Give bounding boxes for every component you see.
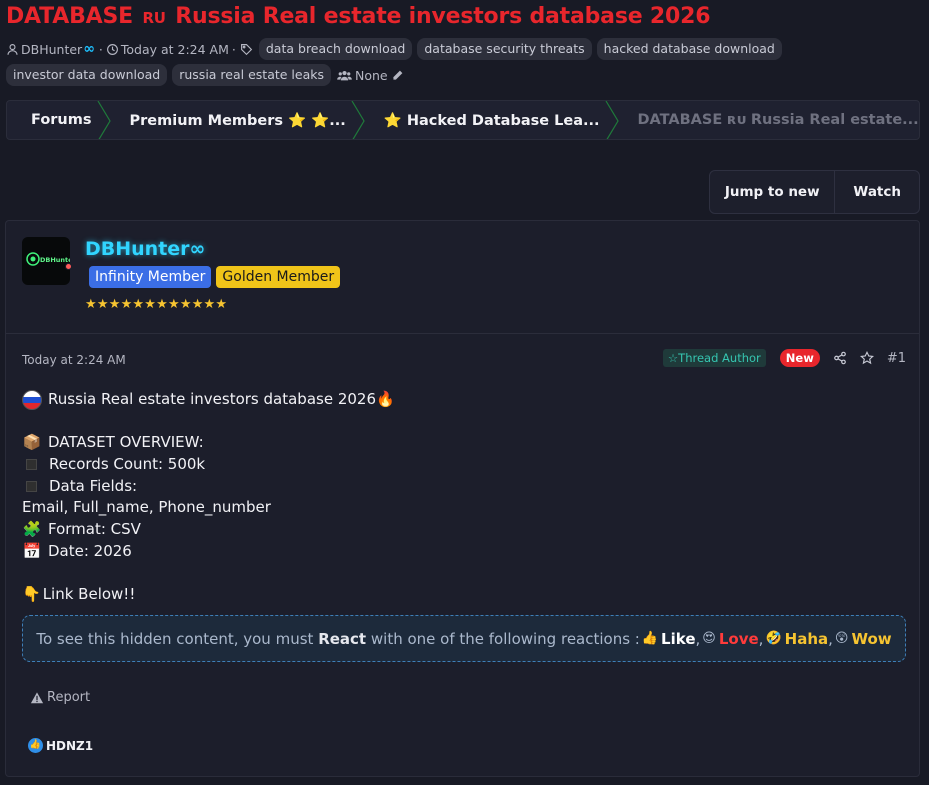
content-line-overview: 📦 DATASET OVERVIEW: [22,432,906,454]
watch-button[interactable]: Watch [835,171,919,213]
tag-item[interactable]: investor data download [6,64,168,86]
participants-text: None [355,67,388,83]
breadcrumb-item-forums[interactable]: Forums [7,101,111,139]
thread-title: DATABASE RU Russia Real estate investors… [6,4,711,29]
content-line-link: 👇 Link Below!! [22,584,906,606]
meta-time-text: Today at 2:24 AM [120,41,229,57]
hidden-content-box: To see this hidden content, you must Rea… [22,615,906,662]
meta-participants: None [336,68,406,83]
tag-item[interactable]: hacked database download [596,38,782,60]
post-time[interactable]: Today at 2:24 AM [22,353,126,367]
bookmark-star-icon[interactable] [859,351,874,365]
pencil-icon[interactable] [391,69,404,82]
thread-meta: DBHunter ∞ · Today at 2:24 AM · data bre… [6,38,926,86]
breadcrumb: Forums Premium Members ⭐ ⭐... ⭐ Hacked D… [6,100,920,140]
new-badge: New [779,349,820,367]
reaction-like[interactable]: Like [661,630,695,648]
react-word: React [318,629,367,648]
avatar[interactable]: DBHunter [22,237,70,285]
infinity-icon: ∞ [83,41,95,57]
content-line-date: 📅 Date: 2026 [22,541,906,563]
tag-item[interactable]: database security threats [417,38,592,60]
tag-item[interactable]: data breach download [258,38,413,60]
infinity-icon: ∞ [189,238,206,260]
black-flag-icon [26,481,37,493]
breadcrumb-item-premium[interactable]: Premium Members ⭐ ⭐... [106,101,365,139]
black-flag-icon [26,459,37,471]
meta-tags [240,43,255,56]
post-actions: ☆Thread Author New #1 [662,349,906,367]
puzzle-icon: 🧩 [22,520,42,539]
meta-author[interactable]: DBHunter ∞ [6,41,95,57]
title-prefix: DATABASE [6,4,133,29]
breadcrumb-item-current: DATABASE ʀᴜ Russia Real estate... [637,112,919,128]
point-down-icon: 👇 [22,585,41,604]
user-rating-stars: ★★★★★★★★★★★★ [85,297,228,312]
meta-time: · Today at 2:24 AM · [98,41,236,57]
title-flag: RU [142,9,166,27]
wow-reaction-icon: 😲 [834,631,849,646]
love-reaction-icon: 😍 [702,631,716,646]
reaction-wow[interactable]: Wow [851,630,891,648]
post-username[interactable]: DBHunter∞ [85,238,205,260]
fire-icon: 🔥 [376,390,395,408]
user-badges: Infinity Member Golden Member [89,266,345,288]
users-icon [337,70,352,80]
badge-golden-member: Golden Member [216,266,341,288]
title-text: Russia Real estate investors database 20… [175,4,711,29]
warning-icon [30,691,44,703]
tag-icon [240,43,253,55]
badge-infinity-member: Infinity Member [89,266,212,288]
calendar-icon: 📅 [22,541,42,560]
russia-flag-icon [22,389,42,410]
tag-item[interactable]: russia real estate leaks [172,64,331,86]
thread-author-badge: ☆Thread Author [662,349,766,367]
like-reaction-icon: 👍 [641,631,659,646]
content-line-fields-list: Email, Full_name, Phone_number [22,498,271,517]
haha-reaction-icon: 🤣 [765,631,782,646]
post: DBHunter DBHunter∞ Infinity Member Golde… [5,220,920,777]
post-content: Russia Real estate investors database 20… [22,389,906,606]
meta-author-name[interactable]: DBHunter [21,42,82,57]
reaction-love[interactable]: Love [719,630,759,648]
jump-to-new-button[interactable]: Jump to new [710,171,836,213]
content-line-fields: Data Fields: [22,476,906,498]
share-icon[interactable] [833,351,847,365]
reaction-user[interactable]: HDNZ1 [46,739,93,753]
report-link[interactable]: Report [30,690,90,705]
content-line-title: Russia Real estate investors database 20… [22,389,906,411]
thread-toolbar: Jump to new Watch [709,170,920,214]
like-icon: 👍 [28,738,43,753]
user-icon [7,43,18,55]
reactions-bar[interactable]: 👍 HDNZ1 [28,738,93,753]
content-line-format: 🧩 Format: CSV [22,519,906,541]
post-number[interactable]: #1 [887,351,906,366]
post-user-header: DBHunter DBHunter∞ Infinity Member Golde… [6,221,919,334]
reaction-haha[interactable]: Haha [785,630,828,648]
breadcrumb-item-hacked-db[interactable]: ⭐ Hacked Database Lea... [360,101,619,139]
package-icon: 📦 [22,433,42,452]
clock-icon [106,43,118,55]
content-line-records: Records Count: 500k [22,454,906,476]
online-status-dot [65,263,72,270]
